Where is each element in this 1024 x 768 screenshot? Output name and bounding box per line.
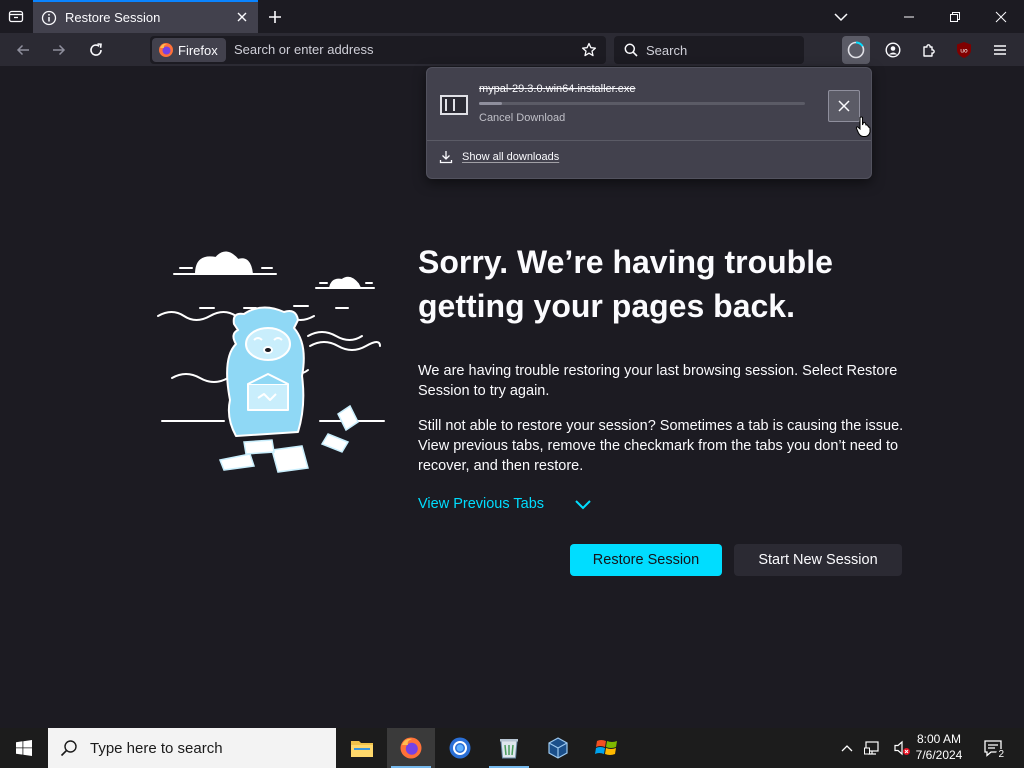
search-placeholder: Search	[646, 42, 688, 58]
download-status: Cancel Download	[479, 112, 566, 124]
tab-close-button[interactable]	[234, 9, 250, 25]
plus-icon	[269, 11, 281, 23]
bookmark-star-button[interactable]	[578, 39, 600, 61]
downloads-divider	[427, 140, 871, 141]
download-progress-fill	[479, 102, 502, 105]
nav-toolbar: Firefox Search or enter address Search u…	[0, 33, 1024, 66]
chevron-down-icon[interactable]	[574, 498, 592, 512]
sad-bear-illustration	[157, 251, 385, 473]
clock-date: 7/6/2024	[915, 748, 963, 762]
url-input[interactable]: Search or enter address	[234, 42, 373, 57]
taskbar-firefox[interactable]	[387, 728, 435, 768]
start-new-session-label: Start New Session	[758, 552, 878, 568]
identity-label: Firefox	[178, 42, 218, 58]
download-filename[interactable]: mypal-29.3.0.win64.installer.exe	[479, 83, 636, 95]
restore-session-button[interactable]: Restore Session	[570, 544, 722, 576]
mouse-pointer-hand-icon	[855, 116, 871, 137]
notification-count-badge: 2	[996, 749, 1006, 760]
ublock-origin-button[interactable]: uo	[951, 37, 977, 63]
download-progress-icon	[847, 41, 865, 59]
taskbar-browser-app[interactable]	[436, 728, 484, 768]
new-tab-button[interactable]	[264, 6, 286, 28]
chevron-down-icon	[834, 12, 848, 21]
account-icon	[885, 42, 901, 58]
taskbar-windows-xp-app[interactable]	[583, 728, 631, 768]
installer-file-icon	[440, 95, 468, 115]
firefox-logo-icon	[400, 737, 422, 759]
taskbar-search-box[interactable]: Type here to search	[48, 728, 336, 768]
taskbar-clock[interactable]: 8:00 AM 7/6/2024	[912, 731, 966, 763]
download-progress-bar	[479, 102, 805, 105]
url-bar[interactable]: Firefox Search or enter address	[150, 36, 606, 64]
virtualbox-cube-icon	[548, 737, 568, 759]
paragraph-restore-info: We are having trouble restoring your las…	[418, 363, 898, 399]
list-all-tabs-button[interactable]	[818, 0, 864, 33]
recycle-bin-icon	[500, 739, 518, 759]
close-icon	[838, 100, 850, 112]
minimize-button[interactable]	[886, 0, 932, 33]
puzzle-icon	[923, 44, 935, 57]
tab-restore-session[interactable]: Restore Session	[33, 0, 258, 33]
system-tray	[836, 728, 916, 768]
firefox-logo-icon	[159, 43, 173, 57]
hamburger-menu-icon	[994, 45, 1006, 55]
blue-circle-browser-icon	[449, 737, 471, 759]
star-icon	[581, 42, 597, 57]
clock-time: 8:00 AM	[916, 732, 962, 746]
taskbar-recycle-app[interactable]	[485, 728, 533, 768]
speaker-muted-icon[interactable]	[893, 740, 911, 756]
tab-list-button[interactable]	[4, 4, 28, 28]
svg-text:uo: uo	[960, 48, 968, 55]
action-center-button[interactable]: 2	[978, 734, 1008, 762]
downloads-button[interactable]	[842, 36, 870, 64]
windows-logo-icon	[16, 740, 32, 756]
reload-button[interactable]	[83, 37, 109, 63]
view-previous-tabs-link[interactable]: View Previous Tabs	[418, 496, 544, 512]
account-button[interactable]	[880, 37, 906, 63]
tab-strip: Restore Session	[0, 0, 1024, 33]
app-menu-button[interactable]	[987, 37, 1013, 63]
file-explorer-icon	[351, 741, 373, 757]
back-arrow-icon	[16, 44, 29, 56]
extensions-button[interactable]	[916, 37, 942, 63]
view-previous-tabs-label: View Previous Tabs	[418, 496, 545, 512]
search-icon	[624, 43, 638, 57]
start-button[interactable]	[0, 728, 48, 768]
restore-session-label: Restore Session	[592, 552, 700, 568]
page-title: Sorry. We’re having trouble getting your…	[418, 244, 833, 324]
close-window-button[interactable]	[978, 0, 1024, 33]
downloads-panel: mypal-29.3.0.win64.installer.exe Cancel …	[426, 67, 872, 179]
show-all-downloads-label: Show all downloads	[462, 151, 560, 163]
chevron-up-icon[interactable]	[841, 743, 853, 753]
download-arrow-icon	[439, 151, 453, 164]
forward-arrow-icon	[53, 44, 66, 56]
windows-taskbar: Type here to search 8:00 AM 7/6/2024 2	[0, 728, 1024, 768]
tab-title: Restore Session	[65, 10, 161, 25]
close-icon	[237, 12, 247, 22]
restore-window-button[interactable]	[932, 0, 978, 33]
show-all-downloads-button[interactable]: Show all downloads	[439, 150, 559, 164]
reload-icon	[90, 43, 102, 56]
paragraph-troubleshoot: Still not able to restore your session? …	[418, 418, 904, 474]
taskbar-virtualbox[interactable]	[534, 728, 582, 768]
identity-box[interactable]: Firefox	[152, 38, 226, 62]
close-window-icon	[995, 11, 1007, 22]
info-icon	[41, 10, 57, 25]
taskbar-file-explorer[interactable]	[338, 728, 386, 768]
minimize-icon	[904, 16, 914, 17]
ublock-origin-icon: uo	[957, 42, 971, 58]
taskbar-search-placeholder: Type here to search	[90, 739, 223, 757]
tab-list-icon	[8, 10, 24, 23]
network-icon[interactable]	[863, 740, 882, 756]
restore-window-icon	[950, 11, 960, 22]
search-bar[interactable]: Search	[614, 36, 804, 64]
start-new-session-button[interactable]: Start New Session	[734, 544, 902, 576]
back-button[interactable]	[10, 37, 36, 63]
search-icon	[60, 740, 77, 757]
windows-flag-icon	[595, 740, 617, 755]
forward-button[interactable]	[46, 37, 72, 63]
